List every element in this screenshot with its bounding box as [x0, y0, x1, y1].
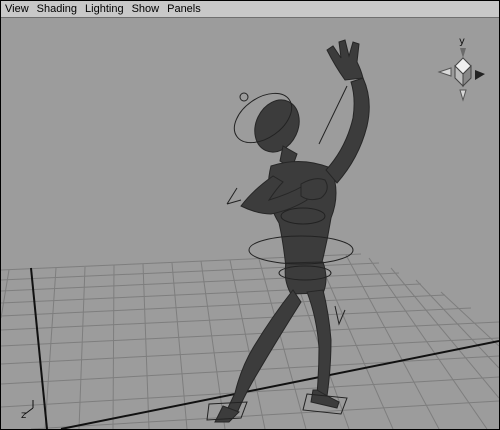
panel-menubar: View Shading Lighting Show Panels [1, 1, 499, 18]
svg-text:y: y [459, 36, 465, 47]
menu-shading[interactable]: Shading [33, 1, 81, 17]
ik-pole-line [318, 85, 348, 145]
ground-grid [1, 253, 499, 429]
menu-show[interactable]: Show [128, 1, 164, 17]
viewport-scene: y z [1, 36, 499, 429]
maya-viewport-panel: View Shading Lighting Show Panels y z [0, 0, 500, 430]
origin-axes-icon: z [21, 400, 34, 421]
head-aim-control[interactable] [239, 92, 249, 102]
view-cube-icon[interactable]: y [437, 36, 485, 102]
perspective-viewport[interactable]: y z [1, 18, 499, 429]
menu-lighting[interactable]: Lighting [81, 1, 128, 17]
menu-panels[interactable]: Panels [163, 1, 205, 17]
svg-text:z: z [21, 410, 26, 421]
menu-view[interactable]: View [1, 1, 33, 17]
arm-pole-control[interactable] [226, 187, 242, 205]
